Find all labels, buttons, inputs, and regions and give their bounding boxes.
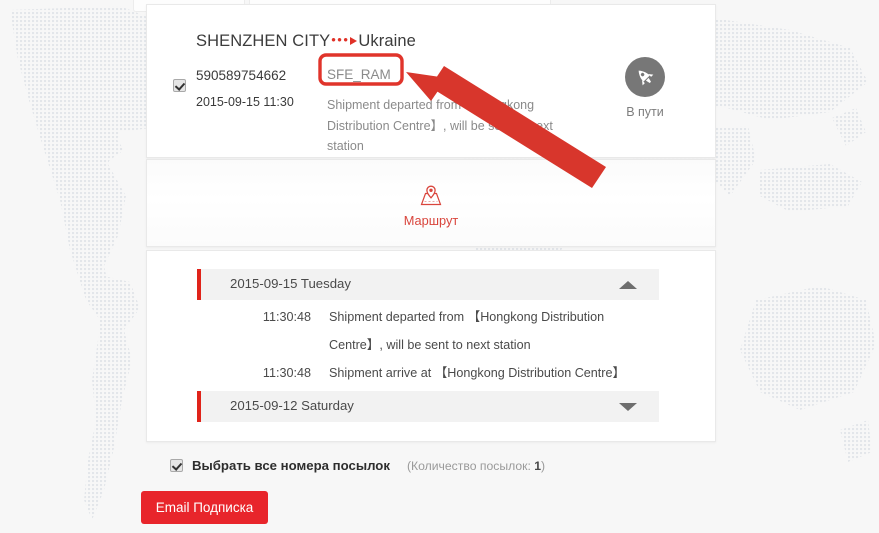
parcel-count: (Количество посылок: 1) (407, 459, 545, 473)
parcel-row-checkbox[interactable] (173, 79, 187, 93)
history-event-desc-2: Shipment arrive at 【Hongkong Distributio… (329, 366, 626, 380)
route-arrow-icon (350, 37, 358, 45)
caret-down-icon[interactable] (619, 403, 637, 411)
select-all-checkbox[interactable] (170, 459, 183, 472)
email-subscribe-button[interactable]: Email Подписка (141, 491, 268, 524)
parcel-summary-card: SHENZHEN CITY••• Ukraine 590589754662 201… (146, 4, 716, 158)
rocket-icon (625, 57, 665, 97)
route-button[interactable]: Маршрут (147, 184, 715, 230)
parcel-count-prefix: (Количество посылок: (406, 458, 535, 473)
select-all-row: Выбрать все номера посылок (Количество п… (170, 458, 545, 473)
history-group-header-2[interactable]: 2015-09-12 Saturday (197, 391, 659, 422)
route-title: SHENZHEN CITY••• Ukraine (196, 32, 416, 51)
parcel-count-suffix: ) (541, 458, 546, 473)
caret-up-icon[interactable] (619, 281, 637, 289)
status-label: В пути (626, 105, 664, 119)
route-origin: SHENZHEN CITY (196, 32, 331, 50)
route-destination: Ukraine (358, 32, 416, 50)
route-card: Маршрут (146, 159, 716, 247)
history-group-date-2: 2015-09-12 Saturday (230, 398, 354, 413)
latest-event-description: Shipment departed from 【Hongkong Distrib… (327, 98, 553, 153)
map-pin-icon (420, 185, 442, 206)
status-block: В пути (603, 57, 687, 119)
route-button-label: Маршрут (403, 213, 459, 228)
route-dots-icon: ••• (331, 32, 350, 47)
parcel-count-value: 1 (534, 458, 542, 473)
carrier-code: SFE_RAM (327, 67, 391, 82)
history-event-time-1: 11:30:48 (262, 310, 311, 324)
tracking-page: SHENZHEN CITY••• Ukraine 590589754662 201… (0, 0, 879, 533)
tracking-datetime: 2015-09-15 11:30 (196, 95, 294, 109)
history-event-desc-1: Shipment departed from 【Hongkong Distrib… (329, 310, 605, 352)
history-event-time-2: 11:30:48 (262, 366, 311, 380)
history-group-header-1[interactable]: 2015-09-15 Tuesday (197, 269, 659, 300)
tracking-number[interactable]: 590589754662 (196, 68, 286, 83)
tracking-history-card: 2015-09-15 Tuesday 11:30:48 Shipment dep… (146, 250, 716, 442)
history-group-date-1: 2015-09-15 Tuesday (230, 276, 351, 291)
select-all-label: Выбрать все номера посылок (192, 458, 390, 473)
checkbox-checked-icon (173, 79, 186, 92)
